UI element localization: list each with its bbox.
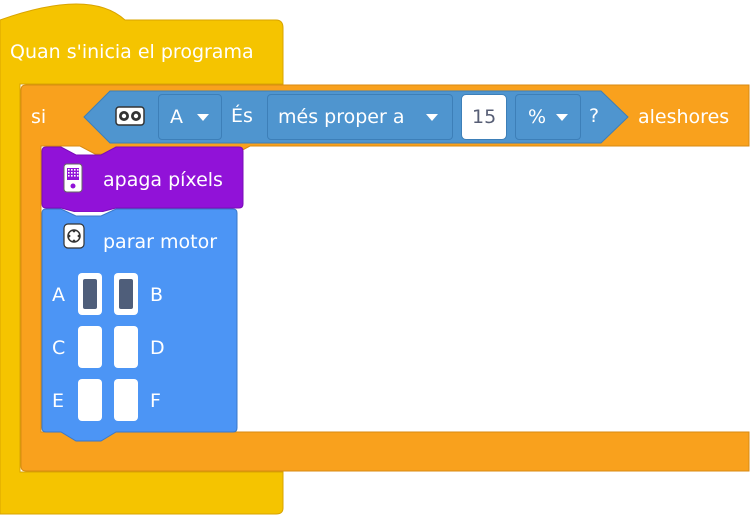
if-then-label: aleshores (638, 106, 730, 128)
port-row-cd: C D (41, 325, 237, 371)
es-label: És (231, 105, 253, 127)
chevron-down-icon (197, 114, 209, 121)
port-label-a: A (52, 284, 65, 306)
if-si-label: si (31, 106, 47, 128)
motor-block-label: parar motor (103, 231, 218, 253)
port-b-selected-fill (119, 279, 133, 309)
hat-block-label: Quan s'inicia el programa (10, 41, 254, 63)
port-row-ab: A B (41, 272, 237, 318)
question-mark-label: ? (589, 105, 600, 127)
port-dropdown[interactable]: A (158, 94, 222, 140)
chevron-down-icon (426, 114, 438, 121)
distance-value-input[interactable]: 15 (461, 94, 507, 140)
port-label-f: F (150, 390, 161, 412)
port-toggle-a[interactable] (78, 273, 102, 315)
port-toggle-f[interactable] (114, 379, 138, 421)
chevron-down-icon (556, 114, 568, 121)
distance-value: 15 (472, 106, 497, 128)
light-matrix-icon (63, 163, 83, 193)
unit-dropdown[interactable]: % (515, 94, 581, 140)
distance-condition-block[interactable]: A És més proper a 15 % ? (83, 90, 629, 144)
display-block-label: apaga píxels (103, 169, 223, 191)
port-label-b: B (150, 284, 164, 306)
turn-off-pixels-block[interactable]: apaga píxels (41, 146, 244, 212)
port-a-selected-fill (83, 279, 97, 309)
stop-motor-block[interactable]: parar motor A B C D E F (41, 208, 239, 444)
port-label-d: D (150, 337, 165, 359)
port-toggle-c[interactable] (78, 326, 102, 368)
port-label-c: C (52, 337, 66, 359)
port-dropdown-value: A (170, 106, 183, 128)
comparison-dropdown-value: més proper a (278, 106, 405, 128)
port-toggle-d[interactable] (114, 326, 138, 368)
distance-sensor-icon (115, 106, 145, 126)
port-toggle-e[interactable] (78, 379, 102, 421)
port-toggle-b[interactable] (114, 273, 138, 315)
port-label-e: E (52, 390, 65, 412)
comparison-dropdown[interactable]: més proper a (267, 94, 453, 140)
unit-dropdown-value: % (528, 106, 547, 128)
motor-icon (63, 223, 85, 249)
port-row-ef: E F (41, 378, 237, 424)
